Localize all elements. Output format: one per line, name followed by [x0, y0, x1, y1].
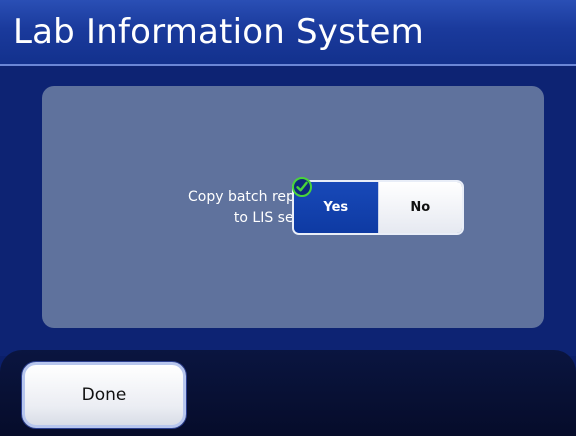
- page-title: Lab Information System: [13, 12, 424, 52]
- copy-reports-toggle: Yes No: [292, 180, 464, 235]
- checkmark-icon: [292, 177, 312, 197]
- title-bar: Lab Information System: [0, 0, 576, 66]
- yes-button-label: Yes: [323, 200, 349, 215]
- checkmark-glyph: [296, 181, 308, 192]
- lis-settings-screen: Lab Information System Copy batch report…: [0, 0, 576, 436]
- done-button[interactable]: Done: [22, 362, 186, 428]
- no-button-label: No: [410, 200, 431, 215]
- no-button[interactable]: No: [378, 182, 462, 233]
- done-button-label: Done: [81, 385, 127, 405]
